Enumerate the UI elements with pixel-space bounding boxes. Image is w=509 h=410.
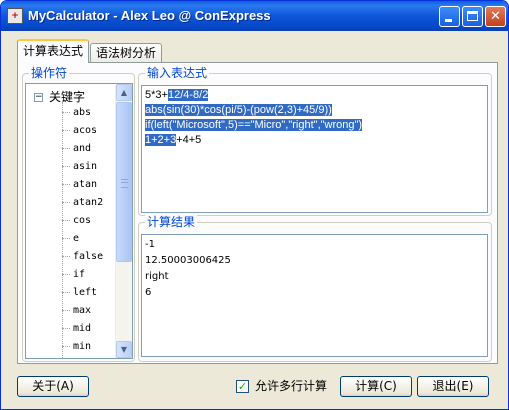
- tree-item[interactable]: and: [62, 140, 91, 158]
- tree-item-label: asin: [73, 161, 98, 172]
- multiline-label[interactable]: 允许多行计算: [255, 378, 327, 394]
- grip-icon: [121, 179, 128, 188]
- tree-root-keywords[interactable]: − 关键字: [34, 88, 85, 104]
- tree-item-label: left: [73, 287, 98, 298]
- main-window: + MyCalculator - Alex Leo @ ConExpress ✕…: [0, 0, 509, 410]
- tree-item[interactable]: cos: [62, 212, 91, 230]
- expression-line: abs(sin(30)*cos(pi/5)-(pow(2,3)+45/9)): [145, 103, 332, 118]
- tree-item[interactable]: max: [62, 302, 91, 320]
- minimize-button[interactable]: [439, 6, 460, 27]
- tree-item[interactable]: mid: [62, 320, 91, 338]
- result-line: 12.50003006425: [145, 255, 231, 266]
- scroll-down-icon[interactable]: ▼: [116, 341, 132, 358]
- tree-item[interactable]: if: [62, 266, 85, 284]
- result-line: 6: [145, 287, 152, 298]
- expression-input[interactable]: 5*3+12/4-8/2 abs(sin(30)*cos(pi/5)-(pow(…: [141, 85, 488, 213]
- expression-line: 1+2+3+4+5: [145, 133, 201, 148]
- selected-text: abs(sin(30)*cos(pi/5)-(pow(2,3)+45/9)): [145, 104, 332, 116]
- expression-line: 5*3+12/4-8/2: [145, 88, 209, 103]
- tree-item[interactable]: abs: [62, 104, 91, 122]
- expression-text: 5*3+: [145, 89, 168, 101]
- calculator-app-icon[interactable]: +: [7, 8, 23, 24]
- scroll-up-icon[interactable]: ▲: [116, 84, 132, 101]
- selected-text: 1+2+3: [145, 134, 177, 146]
- maximize-button[interactable]: [462, 6, 483, 27]
- tree-root-label: 关键字: [49, 90, 86, 104]
- tree-item[interactable]: left: [62, 284, 97, 302]
- selected-text: if(left("Microsoft",5)=="Micro","right",…: [145, 119, 363, 131]
- tree-item-label: max: [73, 305, 92, 316]
- results-legend: 计算结果: [145, 215, 198, 229]
- expression-text: +4+5: [176, 134, 202, 146]
- tree-item-label: abs: [73, 107, 92, 118]
- tree-item-label: if: [73, 269, 86, 280]
- multiline-checkbox[interactable]: ✓: [236, 380, 249, 393]
- tree-item-label: atan: [73, 179, 98, 190]
- tab-calculate-expression[interactable]: 计算表达式: [17, 39, 89, 63]
- tree-item-label: e: [73, 233, 80, 244]
- tab-syntax-tree[interactable]: 语法树分析: [90, 43, 162, 63]
- collapse-icon[interactable]: −: [34, 93, 43, 102]
- tree-item-label: cos: [73, 215, 92, 226]
- exit-button[interactable]: 退出(E): [417, 376, 489, 397]
- result-line: -1: [145, 239, 155, 250]
- result-output[interactable]: -1 12.50003006425 right 6: [141, 234, 488, 357]
- close-icon: ✕: [490, 9, 501, 24]
- tree-item-label: false: [73, 251, 104, 262]
- tree-item-label: acos: [73, 125, 98, 136]
- selected-text: 12/4-8/2: [167, 89, 209, 101]
- input-legend: 输入表达式: [145, 66, 210, 80]
- tree-item[interactable]: asin: [62, 158, 97, 176]
- tree-item[interactable]: e: [62, 230, 79, 248]
- tree-scrollbar[interactable]: ▲ ▼: [115, 84, 132, 358]
- operators-legend: 操作符: [29, 66, 70, 80]
- tree-item[interactable]: atan2: [62, 194, 103, 212]
- calculate-button[interactable]: 计算(C): [340, 376, 412, 397]
- tree-item-label: mid: [73, 323, 92, 334]
- scroll-thumb[interactable]: [116, 102, 132, 262]
- tree-item[interactable]: min: [62, 338, 91, 356]
- tree-item-label: and: [73, 143, 92, 154]
- close-button[interactable]: ✕: [485, 6, 506, 27]
- window-title: MyCalculator - Alex Leo @ ConExpress: [28, 8, 271, 23]
- tree-item-label: atan2: [73, 197, 104, 208]
- tree-item[interactable]: false: [62, 248, 103, 266]
- operator-tree[interactable]: − 关键字 abs acos and asin atan atan2 cos e …: [25, 83, 133, 359]
- expression-line: if(left("Microsoft",5)=="Micro","right",…: [145, 118, 363, 133]
- tree-item[interactable]: atan: [62, 176, 97, 194]
- result-line: right: [145, 271, 169, 282]
- maximize-icon: [467, 11, 478, 21]
- tree-item-label: min: [73, 341, 92, 352]
- about-button[interactable]: 关于(A): [17, 376, 89, 397]
- minimize-icon: [445, 19, 452, 22]
- tree-item[interactable]: acos: [62, 122, 97, 140]
- title-bar[interactable]: + MyCalculator - Alex Leo @ ConExpress ✕: [1, 1, 508, 31]
